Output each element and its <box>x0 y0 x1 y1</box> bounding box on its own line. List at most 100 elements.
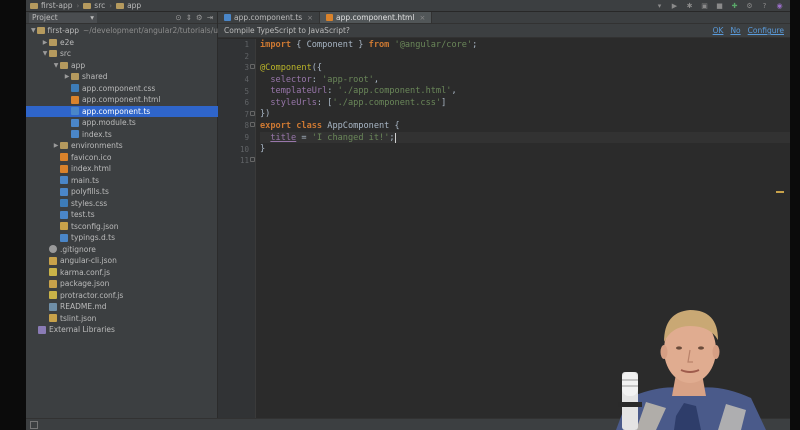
close-icon[interactable]: × <box>419 14 425 22</box>
run-icon[interactable]: ▶ <box>670 1 679 10</box>
tab-app-component-html[interactable]: app.component.html × <box>320 12 433 23</box>
run-config-dropdown-icon[interactable]: ▾ <box>655 1 664 10</box>
code-line-1: import { Component } from '@angular/core… <box>260 39 790 51</box>
tree-item-label: first-app <box>47 26 79 36</box>
update-icon[interactable]: ✚ <box>730 1 739 10</box>
settings-icon[interactable]: ⚙ <box>745 1 754 10</box>
text-token: { Component } <box>291 39 369 50</box>
tree-item[interactable]: index.html <box>26 163 218 175</box>
fold-icon[interactable] <box>250 111 255 116</box>
warning-stripe-marker[interactable] <box>776 191 784 193</box>
ts-file-icon <box>60 210 68 219</box>
text-token: ; <box>472 39 478 50</box>
tree-item[interactable]: README.md <box>26 301 218 313</box>
tree-item[interactable]: ▶ e2e <box>26 37 218 49</box>
tree-item[interactable]: app.component.html <box>26 94 218 106</box>
keyword-token: import <box>260 39 292 50</box>
typescript-file-icon <box>224 14 231 21</box>
fold-icon[interactable] <box>250 157 255 162</box>
tree-item[interactable]: ▼ first-app ~/development/angular2/tutoria… <box>26 25 218 37</box>
tree-item[interactable]: tslint.json <box>26 313 218 325</box>
fold-icon[interactable] <box>250 64 255 69</box>
project-view-dropdown[interactable]: Project ▾ <box>29 12 97 23</box>
project-path: ~/development/angular2/tutorials/u <box>83 26 218 36</box>
stop-icon[interactable]: ■ <box>715 1 724 10</box>
collapse-arrow-icon[interactable]: ▶ <box>63 73 71 80</box>
tree-item-label: angular-cli.json <box>60 256 117 266</box>
expand-arrow-icon[interactable]: ▼ <box>41 50 49 57</box>
breadcrumb-app[interactable]: app <box>112 1 145 10</box>
tree-item[interactable]: styles.css <box>26 198 218 210</box>
tree-item-label: package.json <box>60 279 110 289</box>
tree-item-label: test.ts <box>71 210 95 220</box>
code-line-6: styleUrls: ['./app.component.css'] <box>260 97 790 109</box>
gear-icon[interactable]: ⚙ <box>196 13 203 22</box>
tree-item[interactable]: External Libraries <box>26 324 218 336</box>
tree-item[interactable]: index.ts <box>26 129 218 141</box>
expand-arrow-icon[interactable]: ▼ <box>30 27 37 34</box>
tree-item[interactable]: ▼ app <box>26 60 218 72</box>
tree-item[interactable]: typings.d.ts <box>26 232 218 244</box>
fold-icon[interactable] <box>250 122 255 127</box>
project-view-label: Project <box>32 13 58 22</box>
project-tree: ▼ first-app ~/development/angular2/tutoria… <box>26 25 218 336</box>
tree-item[interactable]: package.json <box>26 278 218 290</box>
keyword-token: from <box>368 39 390 50</box>
tree-item-label: shared <box>82 72 108 82</box>
code-line-9: title = 'I changed it!'; <box>260 131 790 144</box>
tree-item[interactable]: protractor.conf.js <box>26 290 218 302</box>
no-link[interactable]: No <box>730 26 740 35</box>
line-number: 1 <box>244 40 249 50</box>
configure-link[interactable]: Configure <box>748 26 784 35</box>
line-number: 2 <box>244 51 249 61</box>
code-line-4: selector: 'app-root', <box>260 74 790 86</box>
text-token: , <box>373 74 380 85</box>
expand-arrow-icon[interactable]: ▼ <box>52 62 60 69</box>
tree-item[interactable]: tsconfig.json <box>26 221 218 233</box>
coverage-icon[interactable]: ▣ <box>700 1 709 10</box>
sync-icon[interactable]: ⊙ <box>175 13 181 22</box>
search-everywhere-icon[interactable]: ◉ <box>775 1 784 10</box>
line-number: 6 <box>244 98 249 108</box>
html-file-icon <box>326 14 334 21</box>
tree-item[interactable]: ▶ environments <box>26 140 218 152</box>
collapse-all-icon[interactable]: ⇕ <box>186 13 192 22</box>
tree-item[interactable]: ▶ shared <box>26 71 218 83</box>
string-token: 'I changed it!' <box>311 132 390 143</box>
text-token: : <box>311 74 323 85</box>
ok-link[interactable]: OK <box>713 26 724 35</box>
tree-item[interactable]: polyfills.ts <box>26 186 218 198</box>
css-file-icon <box>71 84 79 93</box>
hide-icon[interactable]: ⇥ <box>207 13 213 22</box>
collapse-arrow-icon[interactable]: ▶ <box>52 142 60 149</box>
tree-item[interactable]: main.ts <box>26 175 218 187</box>
tab-label: app.component.html <box>336 13 415 22</box>
tree-item[interactable]: favicon.ico <box>26 152 218 164</box>
property-token: selector <box>260 74 312 85</box>
ts-file-icon <box>71 107 79 116</box>
help-icon[interactable]: ? <box>760 1 769 10</box>
tree-item[interactable]: .gitignore <box>26 244 218 256</box>
js-file-icon <box>49 291 57 300</box>
breadcrumb-src[interactable]: src <box>79 1 109 10</box>
html-file-icon <box>60 153 68 162</box>
code-line-8: export class AppComponent { <box>260 120 790 132</box>
debug-icon[interactable]: ✱ <box>685 1 694 10</box>
close-icon[interactable]: × <box>307 14 313 22</box>
collapse-arrow-icon[interactable]: ▶ <box>41 39 49 46</box>
tree-item[interactable]: app.component.css <box>26 83 218 95</box>
code-line-5: templateUrl: './app.component.html', <box>260 85 790 97</box>
tree-item[interactable]: test.ts <box>26 209 218 221</box>
tool-windows-toggle-icon[interactable] <box>30 421 38 429</box>
code-line-7: }) <box>260 109 790 121</box>
tree-item[interactable]: app.component.ts <box>26 105 218 117</box>
tab-app-component-ts[interactable]: app.component.ts × <box>218 12 321 23</box>
string-token: '@angular/core' <box>389 39 473 50</box>
tree-item[interactable]: app.module.ts <box>26 117 218 129</box>
tree-item[interactable]: karma.conf.js <box>26 267 218 279</box>
breadcrumb-first-app[interactable]: first-app <box>26 1 76 10</box>
tree-item[interactable]: angular-cli.json <box>26 255 218 267</box>
tree-item[interactable]: ▼ src <box>26 48 218 60</box>
tree-item-label: environments <box>71 141 123 151</box>
